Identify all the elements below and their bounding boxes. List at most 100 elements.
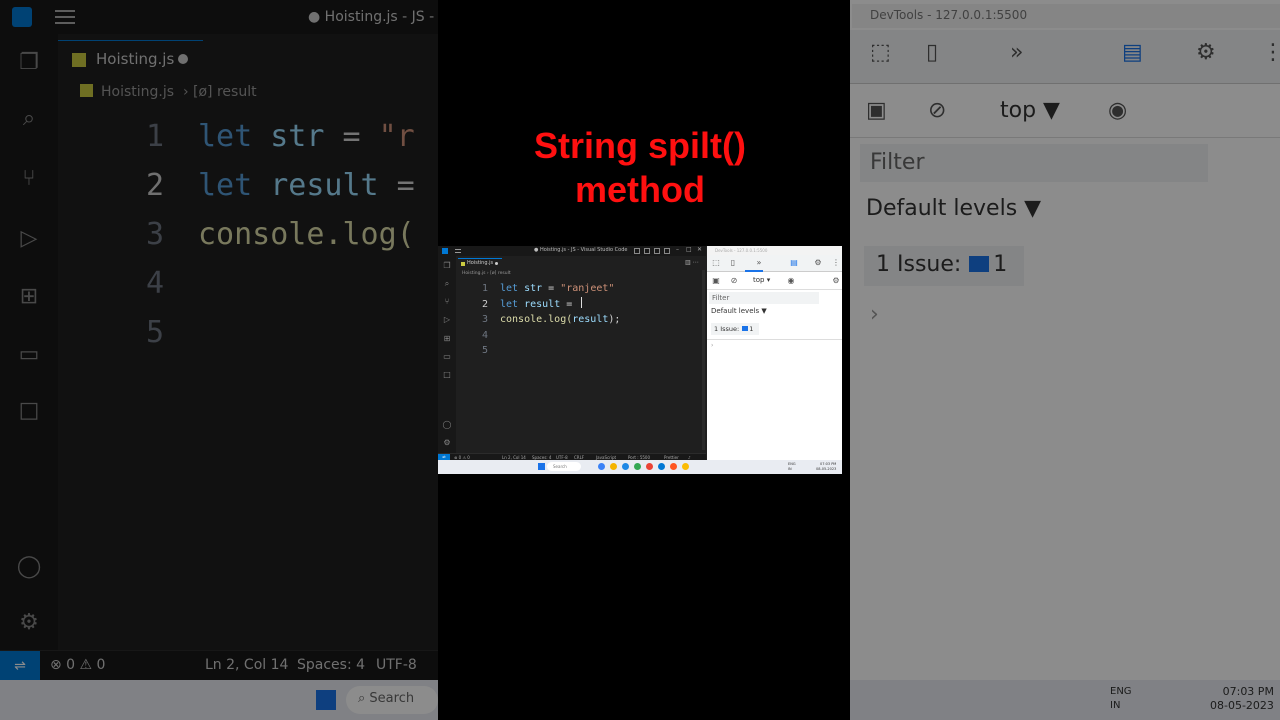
editor-tab[interactable]: Hoisting.js <box>458 258 502 269</box>
extensions-icon: ⊞ <box>19 284 39 309</box>
device-toolbar-icon[interactable]: ▯ <box>728 258 738 268</box>
lang: ENG <box>788 462 796 466</box>
files-icon[interactable]: ❐ <box>442 261 452 271</box>
code-keyword: let <box>198 119 253 154</box>
more-icon[interactable]: ⋯ <box>693 259 699 266</box>
center-panel: String spilt() method ● Hoisting.js - JS… <box>438 0 850 720</box>
eye-icon[interactable]: ◉ <box>786 276 796 286</box>
gear-icon: ⚙ <box>19 610 39 635</box>
gear-icon: ⚙ <box>1196 40 1216 65</box>
square-icon: □ <box>18 398 40 423</box>
devtools-toolbar: ⬚ ▯ » ▤ ⚙ ⋮ <box>707 255 842 272</box>
account-icon[interactable]: ◯ <box>442 420 452 430</box>
date: 08-05-2023 <box>816 467 837 471</box>
title-line-1: String spilt() <box>534 125 746 166</box>
layout-icon[interactable] <box>664 248 670 254</box>
issues-button[interactable]: 1 Issue: 1 <box>711 323 759 335</box>
bg-status-problems: ⊗ 0 ⚠ 0 <box>50 657 106 673</box>
layout-icon[interactable] <box>634 248 640 254</box>
remote-icon: ⇌ <box>0 651 40 681</box>
clear-icon[interactable]: ⊘ <box>729 276 739 286</box>
bg-devtools-toolbar: ⬚ ▯ » ▤ ⚙ ⋮ <box>850 30 1280 84</box>
run-debug-icon[interactable]: ▷ <box>442 315 452 325</box>
chrome-icon[interactable] <box>682 463 689 470</box>
unsaved-dot-icon[interactable] <box>495 262 498 265</box>
clear-icon: ⊘ <box>928 98 947 123</box>
inspect-icon: ⬚ <box>870 40 891 65</box>
minimize-icon[interactable]: – <box>676 246 679 253</box>
app-icon[interactable] <box>670 463 677 470</box>
code-keyword: let <box>500 283 519 294</box>
chevron-double-right-icon[interactable]: » <box>754 258 764 268</box>
filter-input[interactable]: Filter <box>709 292 819 304</box>
console-icon: ▤ <box>1122 40 1143 65</box>
bg-code-block: 1 let str = "r 2 let result = 3 console.log… <box>140 112 415 357</box>
sidebar-icon[interactable]: ▣ <box>711 276 721 286</box>
code-string: "ranjeet" <box>560 283 615 294</box>
sidebar-icon: ▣ <box>866 98 887 123</box>
issue-icon <box>969 256 990 272</box>
square-icon[interactable]: □ <box>442 370 452 380</box>
gear-icon[interactable]: ⚙ <box>831 276 841 286</box>
breadcrumb: Hoisting.js › [ø] result <box>462 271 511 276</box>
vscode-taskbar-icon[interactable] <box>658 463 665 470</box>
editor-scrollbar[interactable] <box>702 270 705 450</box>
line-number: 2 <box>481 298 488 310</box>
issues-count: 1 <box>749 325 754 333</box>
code-punctuation: ); <box>608 314 621 325</box>
split-editor-icon[interactable]: ▥ <box>685 259 691 266</box>
activity-bar: ❐ ⌕ ⑂ ▷ ⊞ ▭ □ ◯ ⚙ <box>438 256 456 456</box>
taskbar-clock[interactable]: 07:03 PM 08-05-2023 <box>816 462 836 472</box>
windows-start-icon <box>316 690 336 710</box>
source-control-icon[interactable]: ⑂ <box>442 297 452 307</box>
layout-icon[interactable] <box>644 248 650 254</box>
extensions-icon[interactable]: ⊞ <box>442 334 452 344</box>
bg-tab-label: Hoisting.js <box>96 50 175 68</box>
bg-context-label: top <box>1000 98 1037 123</box>
menu-icon[interactable] <box>455 249 461 253</box>
code-operator: = <box>542 283 561 294</box>
bg-prompt: › <box>870 302 879 327</box>
taskbar-lang[interactable]: ENG IN <box>788 462 796 472</box>
crumb-file[interactable]: Hoisting.js <box>462 271 485 276</box>
inspect-icon[interactable]: ⬚ <box>711 258 721 268</box>
video-title-overlay: String spilt() method <box>438 124 842 212</box>
console-icon[interactable]: ▤ <box>789 258 799 268</box>
variable-icon: [ø] <box>193 84 213 100</box>
maximize-icon[interactable]: □ <box>686 246 692 253</box>
region: IN <box>788 467 792 471</box>
task-view-icon[interactable] <box>598 463 605 470</box>
chrome-icon[interactable] <box>646 463 653 470</box>
remote-explorer-icon[interactable]: ▭ <box>442 352 452 362</box>
vscode-window: ● Hoisting.js - JS - Visual Studio Code … <box>438 246 706 467</box>
crumb-symbol[interactable]: result <box>498 271 511 276</box>
editor-actions: ▥ ⋯ <box>685 259 699 266</box>
eye-icon: ◉ <box>1108 98 1128 123</box>
code-operator: = <box>324 119 379 154</box>
gear-icon[interactable]: ⚙ <box>813 258 823 268</box>
levels-dropdown[interactable]: Default levels ▼ <box>711 307 767 315</box>
console-toolbar: ▣ ⊘ top ▾ ◉ ⚙ <box>707 273 842 290</box>
file-explorer-icon[interactable] <box>610 463 617 470</box>
layout-icon[interactable] <box>654 248 660 254</box>
taskbar-search[interactable]: Search <box>547 462 581 471</box>
bg-editor-tab: Hoisting.js <box>58 40 203 76</box>
chrome-icon[interactable] <box>634 463 641 470</box>
files-icon: ❐ <box>19 50 39 75</box>
edge-icon[interactable] <box>622 463 629 470</box>
search-icon[interactable]: ⌕ <box>442 279 452 289</box>
windows-start-icon[interactable] <box>538 463 545 470</box>
line-number: 4 <box>145 266 164 301</box>
close-icon[interactable]: ✕ <box>697 246 702 253</box>
console-prompt[interactable]: › <box>711 342 713 349</box>
code-editor[interactable]: 1 let str = "ranjeet" 2 let result = 3 cons… <box>478 281 620 359</box>
code-keyword: let <box>198 168 253 203</box>
more-icon[interactable]: ⋮ <box>831 258 841 268</box>
code-string: "r <box>378 119 415 154</box>
chevron-double-right-icon: » <box>1010 40 1024 65</box>
vscode-logo-icon <box>442 248 448 254</box>
context-select[interactable]: top ▾ <box>753 276 770 284</box>
gear-icon[interactable]: ⚙ <box>442 438 452 448</box>
bg-window-title: ● Hoisting.js - JS - Vi <box>308 9 452 25</box>
bg-devtools-title: DevTools - 127.0.0.1:5500 <box>852 4 1280 28</box>
